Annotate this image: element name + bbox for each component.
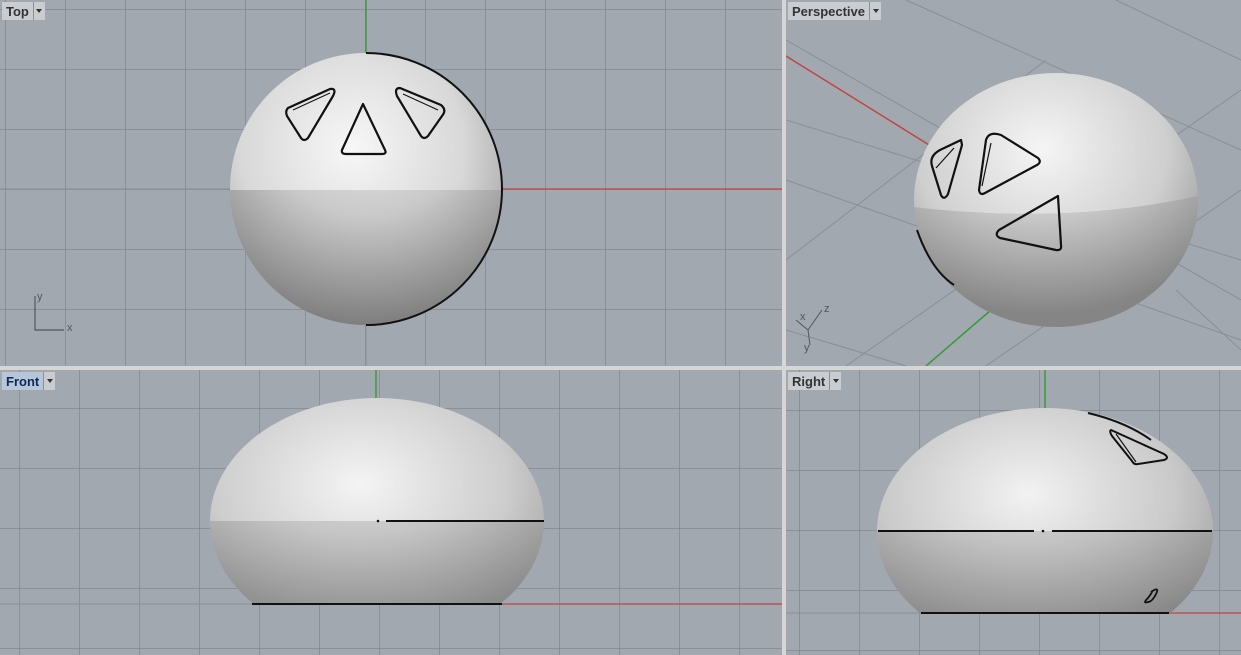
chevron-down-icon[interactable] [830, 372, 842, 390]
axis-gizmo-icon: y x [34, 291, 73, 334]
chevron-down-icon[interactable] [870, 2, 881, 20]
perspective-view-scene: z x y [786, 0, 1241, 366]
sphere-object[interactable] [230, 52, 503, 326]
viewport-right[interactable]: Right [786, 370, 1241, 655]
svg-text:z: z [824, 303, 830, 315]
viewport-label-right[interactable]: Right [788, 372, 842, 390]
front-view-scene [0, 370, 782, 644]
sphere-object[interactable] [877, 408, 1213, 654]
viewport-perspective[interactable]: Perspective z x y [786, 0, 1241, 366]
svg-text:x: x [67, 322, 73, 334]
viewport-front[interactable]: Front [0, 370, 782, 655]
top-view-scene: y x [0, 0, 782, 366]
svg-text:x: x [800, 311, 806, 323]
right-view-scene [786, 370, 1241, 654]
viewport-title[interactable]: Perspective [788, 2, 870, 20]
viewport-label-perspective[interactable]: Perspective [788, 2, 881, 20]
chevron-down-icon[interactable] [44, 372, 56, 390]
viewport-label-top[interactable]: Top [2, 2, 45, 20]
x-axis-line [786, 55, 935, 149]
viewport-label-front[interactable]: Front [2, 372, 56, 390]
viewport-top[interactable]: Top y x [0, 0, 782, 366]
viewport-title[interactable]: Front [2, 372, 45, 390]
svg-text:y: y [37, 291, 43, 303]
svg-text:y: y [804, 342, 810, 354]
chevron-down-icon[interactable] [33, 2, 45, 20]
y-axis-line [925, 309, 992, 366]
sphere-object[interactable] [210, 398, 544, 644]
axis-gizmo-icon: z x y [795, 303, 830, 354]
viewport-title[interactable]: Top [2, 2, 34, 20]
viewport-title[interactable]: Right [788, 372, 831, 390]
sphere-object[interactable] [914, 73, 1198, 327]
